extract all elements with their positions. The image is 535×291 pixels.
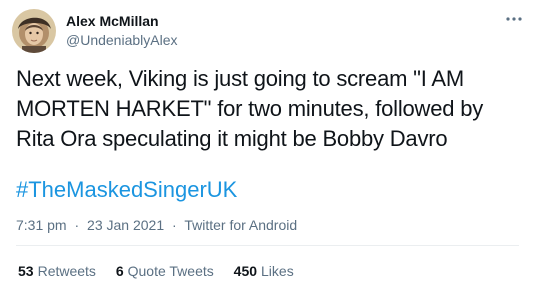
author-handle[interactable]: @UndeniablyAlex	[66, 31, 178, 49]
avatar-portrait-icon	[12, 9, 56, 53]
hashtag-link[interactable]: #TheMaskedSingerUK	[16, 175, 237, 205]
more-options-icon[interactable]	[504, 12, 524, 26]
tweet-source-link[interactable]: Twitter for Android	[184, 217, 297, 233]
tweet-date[interactable]: 23 Jan 2021	[87, 217, 164, 233]
likes-count: 450	[233, 263, 258, 279]
likes-stat[interactable]: 450 Likes	[234, 262, 294, 280]
avatar[interactable]	[12, 9, 56, 53]
engagement-stats: 53 Retweets 6 Quote Tweets 450 Likes	[18, 262, 310, 280]
meta-separator: ·	[74, 217, 80, 233]
tweet-text: Next week, Viking is just going to screa…	[16, 66, 484, 151]
retweets-label: Retweets	[37, 263, 96, 279]
quote-tweets-stat[interactable]: 6 Quote Tweets	[116, 262, 214, 280]
retweets-count: 53	[18, 263, 34, 279]
quote-tweets-count: 6	[115, 263, 124, 279]
retweets-stat[interactable]: 53 Retweets	[18, 262, 96, 280]
likes-label: Likes	[261, 263, 294, 279]
tweet-time[interactable]: 7:31 pm	[16, 217, 67, 233]
author-display-name[interactable]: Alex McMillan	[66, 12, 159, 30]
divider	[16, 245, 519, 246]
quote-tweets-label: Quote Tweets	[127, 263, 214, 279]
meta-separator: ·	[172, 217, 177, 233]
tweet-card: Alex McMillan @UndeniablyAlex Next week,…	[0, 0, 535, 291]
tweet-meta: 7:31 pm · 23 Jan 2021 · Twitter for Andr…	[16, 216, 297, 234]
